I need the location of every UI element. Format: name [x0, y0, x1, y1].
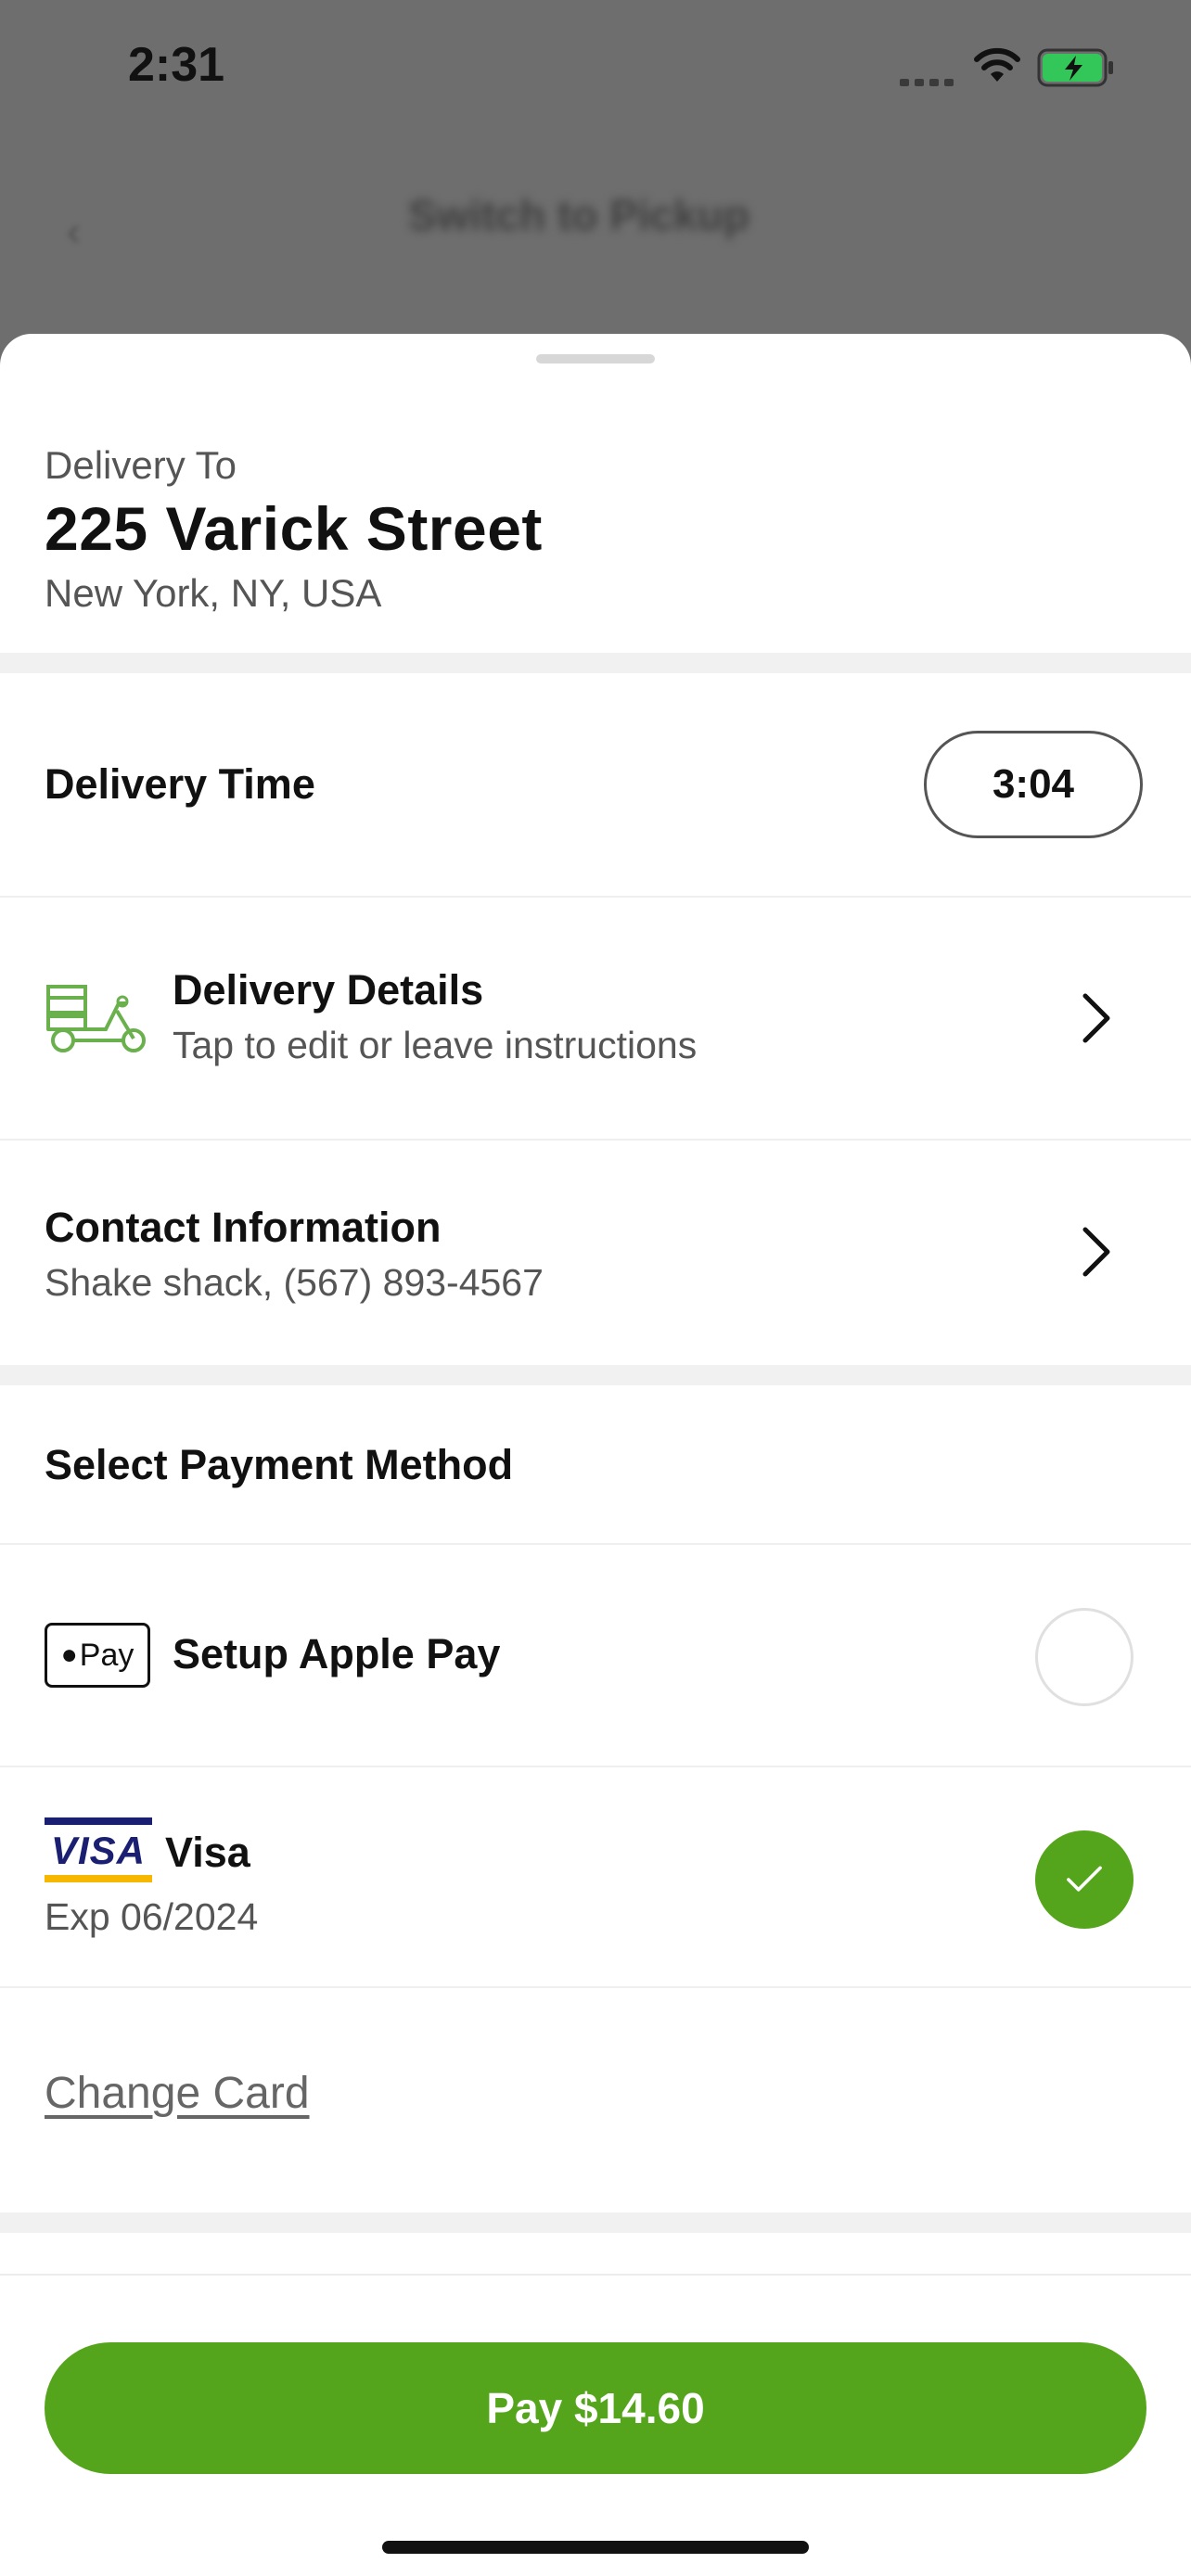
contact-information-title: Contact Information	[45, 1204, 442, 1251]
visa-expiry: Exp 06/2024	[45, 1895, 259, 1938]
background-page-title: Switch to Pickup	[408, 191, 750, 239]
contact-information-row[interactable]: Contact Information Shake shack, (567) 8…	[0, 1141, 1191, 1365]
delivery-to-label: Delivery To	[45, 443, 237, 487]
checkmark-icon	[1067, 1866, 1102, 1892]
delivery-city: New York, NY, USA	[45, 571, 382, 615]
delivery-details-subtitle: Tap to edit or leave instructions	[173, 1024, 698, 1066]
delivery-street: 225 Varick Street	[45, 494, 543, 563]
back-icon: ‹	[67, 209, 81, 254]
checkout-footer: Pay $14.60	[0, 2274, 1191, 2576]
scooter-icon	[46, 985, 146, 1052]
divider	[0, 1986, 1191, 1988]
apple-pay-badge: ● Pay	[45, 1623, 150, 1688]
delivery-address: Delivery To 225 Varick Street New York, …	[45, 443, 543, 616]
chevron-right-icon	[1082, 993, 1110, 1043]
apple-pay-radio[interactable]	[1035, 1608, 1133, 1706]
apple-pay-badge-text: Pay	[79, 1637, 134, 1673]
section-divider	[0, 653, 1191, 673]
payment-section-title: Select Payment Method	[45, 1441, 514, 1488]
section-divider	[0, 2213, 1191, 2233]
pay-button[interactable]: Pay $14.60	[45, 2342, 1146, 2474]
visa-logo: VISA	[45, 1817, 152, 1882]
delivery-time-label: Delivery Time	[45, 760, 315, 808]
checkout-sheet: Delivery To 225 Varick Street New York, …	[0, 334, 1191, 2576]
visa-logo-text: VISA	[50, 1829, 147, 1872]
visa-radio[interactable]	[1035, 1830, 1133, 1929]
section-divider	[0, 1365, 1191, 1385]
visa-option[interactable]	[0, 1767, 1191, 1986]
delivery-details-row[interactable]: Delivery Details Tap to edit or leave in…	[0, 898, 1191, 1139]
delivery-time-button[interactable]: 3:04	[924, 731, 1143, 838]
status-time: 2:31	[128, 38, 225, 92]
wifi-icon	[974, 47, 1020, 82]
visa-label: Visa	[165, 1829, 250, 1876]
apple-pay-label: Setup Apple Pay	[173, 1630, 501, 1677]
sheet-grabber[interactable]	[536, 354, 655, 363]
home-indicator	[382, 2541, 809, 2554]
apple-logo-icon: ●	[60, 1639, 78, 1670]
battery-icon	[1037, 48, 1113, 87]
status-bar: 2:31	[0, 0, 1191, 139]
delivery-details-title: Delivery Details	[173, 966, 484, 1014]
cellular-signal-icon	[900, 74, 959, 91]
contact-information-subtitle: Shake shack, (567) 893-4567	[45, 1261, 544, 1304]
chevron-right-icon	[1082, 1227, 1110, 1277]
change-card-link[interactable]: Change Card	[45, 2068, 310, 2119]
